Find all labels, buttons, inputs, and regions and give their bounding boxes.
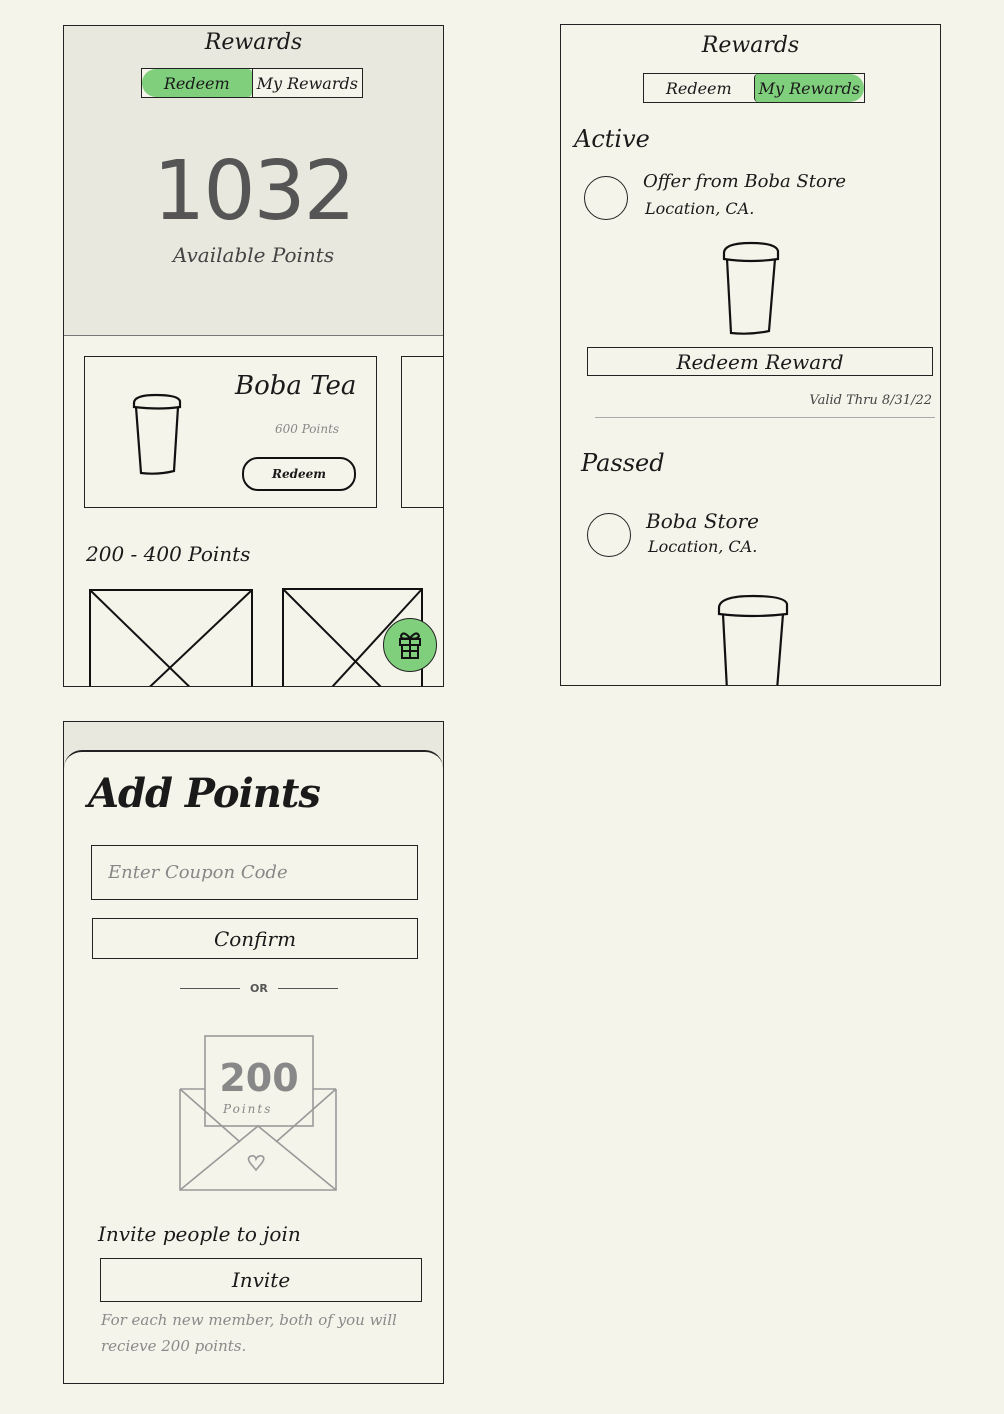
gift-icon [399,632,421,659]
valid-thru-text: Valid Thru 8/31/22 [809,393,932,408]
card-title: Boba Tea [235,371,357,401]
tab-redeem[interactable]: Redeem [644,74,754,102]
tab-bar: Redeem My Rewards [643,73,865,103]
or-label: OR [250,982,268,995]
passed-heading: Passed [581,449,665,477]
cup-icon [717,590,789,685]
passed-reward-radio[interactable] [587,513,631,557]
envelope-illustration: 200 Points [178,1034,338,1194]
active-reward-location: Location, CA. [645,199,755,218]
tab-my-rewards[interactable]: My Rewards [251,69,363,97]
cup-icon [130,391,184,477]
points-label: Available Points [172,243,335,267]
tab-redeem[interactable]: Redeem [142,69,252,97]
reward-card-boba-tea[interactable]: Boba Tea 600 Points Redeem [84,356,377,508]
screen-title: Rewards [701,33,800,58]
or-divider: OR [180,982,338,995]
tab-bar: Redeem My Rewards [141,68,363,98]
cup-icon [721,239,781,337]
reward-card-peek[interactable] [401,356,443,508]
divider-line [277,988,338,989]
invite-button[interactable]: Invite [100,1258,422,1302]
section-heading: 200 - 400 Points [86,542,251,566]
my-rewards-screen: Rewards Redeem My Rewards Active Offer f… [560,24,941,686]
confirm-button[interactable]: Confirm [92,918,418,959]
active-heading: Active [574,125,650,153]
invite-heading: Invite people to join [98,1222,301,1246]
envelope-points-value: 200 [219,1056,299,1100]
redeem-button[interactable]: Redeem [242,457,356,491]
invite-note: For each new member, both of you will re… [101,1311,397,1355]
redeem-screen: Rewards Redeem My Rewards 1032 Available… [63,25,444,687]
passed-reward-title: Boba Store [646,509,759,533]
add-points-sheet: Add Points Confirm OR 200 Points Invite … [64,750,443,1383]
image-placeholder-1[interactable] [89,589,254,687]
heart-icon [247,1155,265,1172]
active-reward-radio[interactable] [584,176,628,220]
divider-line [180,988,240,989]
screen-title: Rewards [204,30,303,55]
add-points-screen: Add Points Confirm OR 200 Points Invite … [63,721,444,1384]
active-reward-title: Offer from Boba Store [643,171,847,192]
divider [595,417,935,418]
page-title: Add Points [88,770,321,817]
gift-fab-button[interactable] [383,618,437,672]
points-hero: Rewards Redeem My Rewards 1032 Available… [64,26,443,336]
passed-reward-location: Location, CA. [648,537,758,556]
envelope-points-label: Points [223,1102,273,1116]
coupon-code-input[interactable] [91,845,418,900]
tab-my-rewards[interactable]: My Rewards [753,74,864,102]
card-points: 600 Points [275,422,340,436]
points-value: 1032 [153,144,356,239]
redeem-reward-button[interactable]: Redeem Reward [587,347,933,376]
